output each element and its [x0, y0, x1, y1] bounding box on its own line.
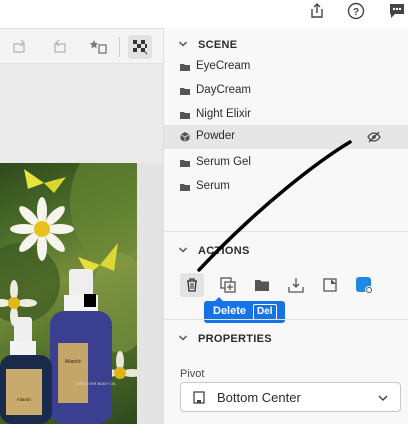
layer-name: DayCream [196, 84, 251, 96]
layer-name: Serum Gel [196, 156, 251, 168]
magic-wand-icon[interactable] [86, 35, 110, 59]
butterfly-top [24, 169, 66, 193]
top-bar: ? [0, 0, 408, 28]
delete-button[interactable] [180, 273, 204, 297]
folder-icon [180, 112, 190, 119]
actions-title: ACTIONS [198, 245, 250, 257]
layer-row-powder[interactable]: Powder [164, 125, 408, 149]
svg-text:Atlantic: Atlantic [17, 397, 33, 402]
canvas-margin [137, 163, 163, 424]
folder-icon [180, 64, 190, 71]
layer-row-serum-gel[interactable]: Serum Gel [164, 151, 408, 175]
properties-section-header[interactable]: PROPERTIES [164, 324, 408, 354]
properties-title: PROPERTIES [198, 333, 272, 345]
app-window: ? Atlantic DISCOVER BODY OIL Atlantic SC… [0, 0, 408, 424]
layer-name: Powder [196, 130, 235, 142]
section-divider [164, 231, 408, 232]
rotate-right-icon[interactable] [48, 35, 72, 59]
cube-icon [180, 132, 190, 142]
layer-row-eyecream[interactable]: EyeCream [164, 55, 408, 79]
canvas-toolbar [0, 28, 163, 64]
chevron-down-icon [178, 335, 188, 341]
import-button[interactable] [284, 273, 308, 297]
actions-section-header[interactable]: ACTIONS [164, 236, 408, 266]
tooltip-label: Delete [213, 305, 247, 317]
pivot-bottom-center-icon [193, 391, 205, 404]
material-status-icon [356, 277, 373, 294]
scene-title: SCENE [198, 39, 238, 51]
pivot-label: Pivot [180, 368, 205, 380]
svg-text:?: ? [353, 7, 359, 18]
toolbar-divider [119, 37, 120, 57]
comments-icon[interactable] [386, 0, 408, 22]
folder-icon [180, 184, 190, 191]
layer-name: EyeCream [196, 60, 251, 72]
tooltip-shortcut: Del [253, 304, 277, 320]
rotate-left-icon[interactable] [8, 35, 32, 59]
tooltip-arrow [214, 297, 224, 302]
pivot-value: Bottom Center [217, 390, 301, 405]
help-icon[interactable]: ? [345, 0, 367, 22]
chevron-down-icon [178, 41, 188, 47]
svg-text:DISCOVER BODY OIL: DISCOVER BODY OIL [76, 381, 118, 386]
page-fold-icon [323, 278, 337, 292]
folder-icon [180, 88, 190, 95]
right-panel: SCENE EyeCream DayCream Night Elixir Pow… [163, 28, 408, 424]
group-button[interactable] [250, 273, 274, 297]
share-icon[interactable] [306, 0, 328, 22]
folder-icon [255, 280, 269, 291]
layer-row-daycream[interactable]: DayCream [164, 79, 408, 103]
layer-name: Serum [196, 180, 230, 192]
product-photo[interactable]: Atlantic DISCOVER BODY OIL Atlantic [0, 163, 137, 424]
bottle-left: Atlantic [0, 317, 52, 424]
layer-name: Night Elixir [196, 108, 251, 120]
hide-button[interactable] [318, 273, 342, 297]
section-divider [164, 319, 408, 320]
svg-text:Atlantic: Atlantic [65, 359, 82, 365]
layer-row-serum[interactable]: Serum [164, 175, 408, 199]
folder-icon [180, 160, 190, 167]
eye-hidden-icon[interactable] [367, 130, 381, 144]
download-icon [288, 278, 304, 293]
pivot-select[interactable]: Bottom Center [180, 382, 401, 412]
duplicate-button[interactable] [216, 273, 240, 297]
trash-icon [187, 278, 197, 292]
duplicate-icon [220, 277, 236, 293]
chevron-down-icon [378, 395, 388, 402]
layer-row-night-elixir[interactable]: Night Elixir [164, 103, 408, 127]
chevron-down-icon [178, 247, 188, 253]
checkerboard-icon[interactable] [128, 35, 152, 59]
material-status-button[interactable] [352, 273, 376, 297]
